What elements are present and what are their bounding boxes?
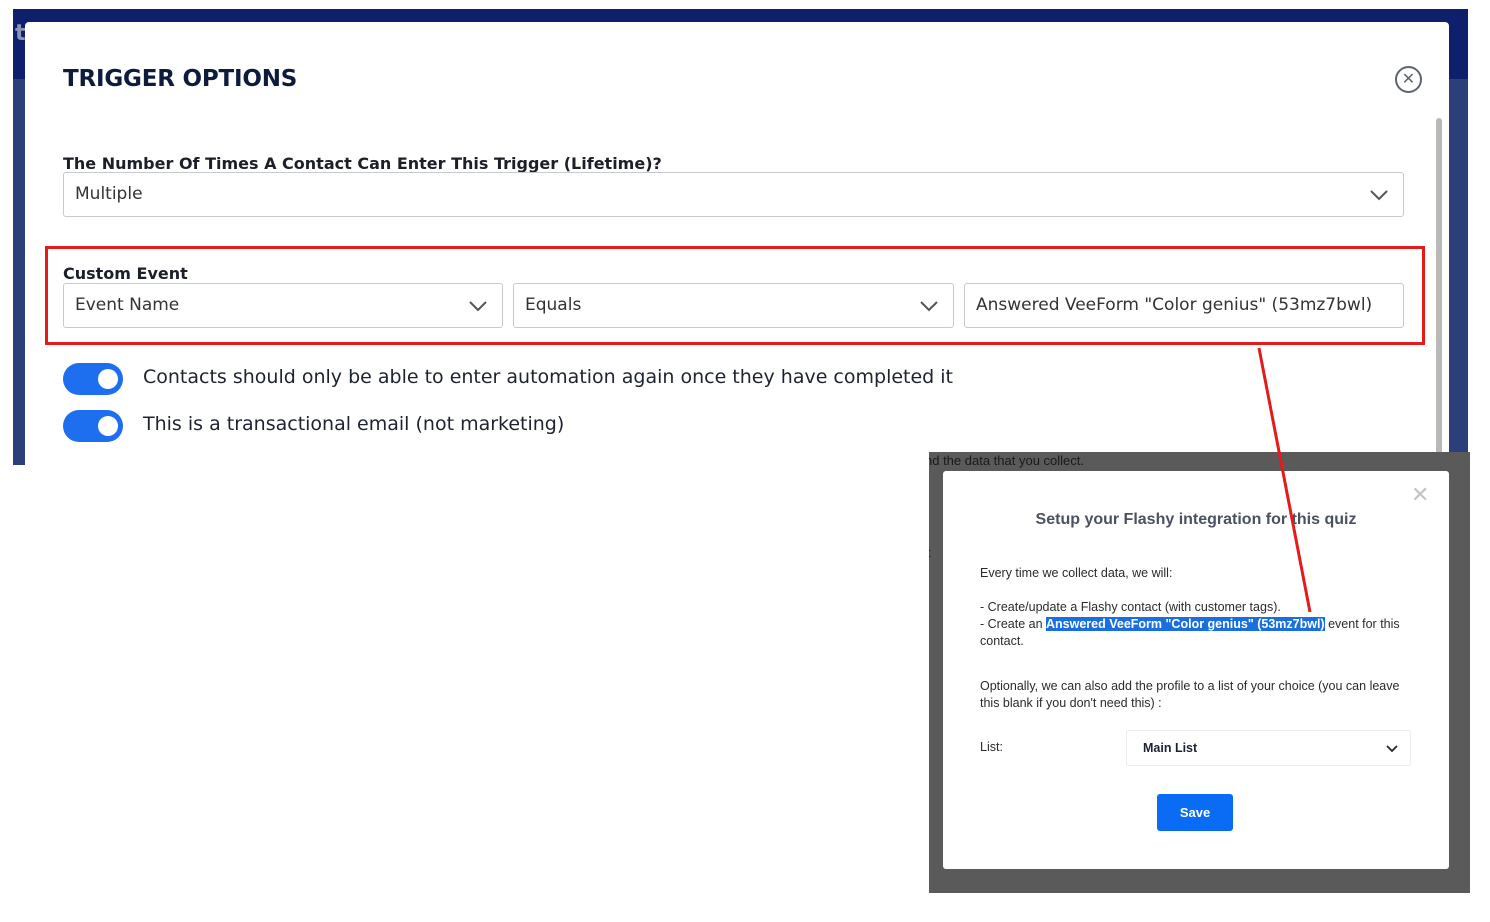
chevron-down-icon [1370, 190, 1388, 201]
lifetime-select-value: Multiple [75, 184, 143, 204]
flashy-list-label: List: [980, 740, 1003, 754]
toggle-reentry-label: Contacts should only be able to enter au… [143, 366, 954, 388]
toggle-knob [98, 369, 118, 389]
background-partial-text: t [15, 21, 26, 46]
flashy-event-name-highlight: Answered VeeForm "Color genius" (53mz7bw… [1046, 617, 1325, 631]
flashy-list-select[interactable]: Main List [1126, 730, 1411, 766]
trigger-options-modal: TRIGGER OPTIONS ✕ The Number Of Times A … [25, 22, 1449, 465]
flashy-bullet-1: - Create/update a Flashy contact (with c… [980, 600, 1281, 614]
modal-scrollbar[interactable] [1436, 118, 1442, 465]
toggle-knob [98, 416, 118, 436]
close-x-icon[interactable]: ✕ [1411, 485, 1429, 507]
toggle-transactional-label: This is a transactional email (not marke… [143, 413, 565, 435]
trigger-options-screenshot: t TRIGGER OPTIONS ✕ The Number Of Times … [13, 9, 1468, 465]
flashy-modal-title: Setup your Flashy integration for this q… [1035, 511, 1357, 528]
close-circle-icon[interactable]: ✕ [1395, 66, 1422, 93]
flashy-integration-screenshot: nd the data that you collect. t ✕ Setup … [929, 452, 1470, 893]
flashy-intro-text: Every time we collect data, we will: [980, 566, 1173, 580]
flashy-bullet-2: - Create an Answered VeeForm "Color geni… [980, 616, 1420, 650]
background-partial-text: t [929, 545, 931, 560]
lifetime-label: The Number Of Times A Contact Can Enter … [63, 154, 662, 173]
chevron-down-icon [1386, 745, 1398, 753]
toggle-reentry[interactable] [63, 363, 123, 395]
flashy-bullet-2-prefix: - Create an [980, 617, 1047, 631]
save-button[interactable]: Save [1157, 794, 1233, 831]
background-partial-text: nd the data that you collect. [929, 453, 1084, 468]
flashy-list-value: Main List [1143, 741, 1198, 755]
lifetime-select[interactable]: Multiple [63, 172, 1404, 217]
flashy-integration-modal: ✕ Setup your Flashy integration for this… [943, 471, 1449, 869]
flashy-optional-text: Optionally, we can also add the profile … [980, 679, 1400, 710]
annotation-highlight-box [45, 246, 1425, 345]
toggle-transactional[interactable] [63, 410, 123, 442]
modal-title: TRIGGER OPTIONS [63, 66, 298, 92]
